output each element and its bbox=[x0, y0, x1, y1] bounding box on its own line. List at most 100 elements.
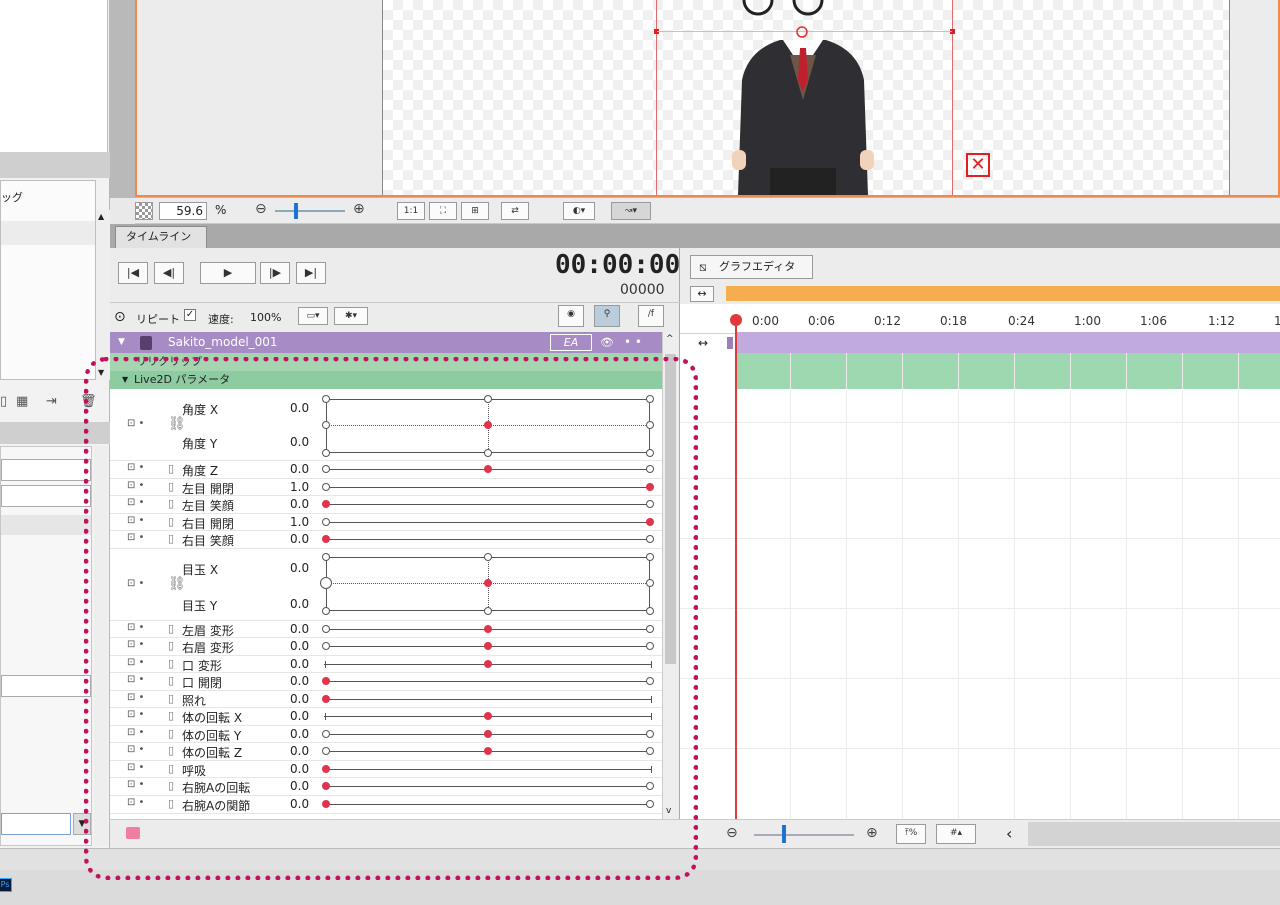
graph-editor-label: グラフエディタ bbox=[719, 260, 796, 273]
scroll-up-icon[interactable]: ▲ bbox=[98, 212, 104, 221]
work-area-range[interactable] bbox=[726, 286, 1280, 301]
playback-options: ⊙ リピート ✓ 速度: 100% ▭▾ ✱▾ ◉ ⚲ /f bbox=[110, 302, 680, 332]
track-start-handle[interactable] bbox=[726, 336, 734, 350]
speed-label: 速度: bbox=[208, 313, 234, 326]
eye-icon[interactable]: 👁 bbox=[600, 332, 614, 353]
ruler-label: 0:18 bbox=[940, 314, 967, 328]
playhead[interactable] bbox=[735, 318, 737, 819]
zoom-out-icon[interactable]: ⊖ bbox=[726, 825, 738, 841]
scroll-left-icon[interactable]: ‹ bbox=[1006, 824, 1012, 843]
ruler-label: 1 bbox=[1274, 314, 1280, 328]
import-icon[interactable]: ⇥ bbox=[46, 394, 57, 409]
prop-field-2[interactable] bbox=[1, 485, 91, 507]
left-panel-label: ッグ bbox=[1, 191, 23, 204]
graph-editor-button[interactable]: ⧅ グラフエディタ bbox=[690, 255, 813, 279]
left-panel-row[interactable] bbox=[1, 221, 95, 245]
collapse-icon[interactable]: ▼ bbox=[118, 332, 125, 353]
left-panel-props: ▼ bbox=[0, 446, 92, 846]
onion-skin-icon[interactable]: ▭▾ bbox=[298, 307, 328, 325]
grid-line bbox=[680, 678, 1280, 679]
next-frame-icon[interactable]: |▶ bbox=[260, 262, 290, 284]
grid-settings-icon[interactable]: #▴ bbox=[936, 824, 976, 844]
left-panel-header bbox=[0, 152, 110, 178]
close-icon[interactable]: ✕ bbox=[966, 153, 990, 177]
ruler-label: 1:06 bbox=[1140, 314, 1167, 328]
pin-icon[interactable]: ⚲ bbox=[594, 305, 620, 327]
repeat-checkbox[interactable]: ✓ bbox=[184, 309, 196, 321]
zoom-out-icon[interactable]: ⊖ bbox=[255, 201, 267, 217]
grid-line bbox=[680, 748, 1280, 749]
grid-line bbox=[680, 538, 1280, 539]
timeline-right-panel: ⧅ グラフエディタ ↔ 0:00 0:06 0:12 0:18 0:24 1:0… bbox=[680, 248, 1280, 848]
left-scrollbar[interactable]: ▲ ▼ bbox=[96, 210, 110, 380]
flip-icon[interactable]: ⇄ bbox=[501, 202, 529, 220]
fx-button[interactable]: /f bbox=[638, 305, 664, 327]
graph-icon: ⧅ bbox=[699, 260, 707, 274]
highlight-annotation bbox=[84, 357, 698, 880]
ruler-label: 0:00 bbox=[752, 314, 779, 328]
left-panel-list: ッグ bbox=[0, 180, 96, 380]
transparency-icon[interactable] bbox=[135, 202, 153, 220]
time-ruler[interactable]: 0:00 0:06 0:12 0:18 0:24 1:00 1:06 1:12 … bbox=[680, 304, 1280, 334]
timeline-zoom-thumb[interactable] bbox=[782, 825, 786, 843]
ruler-label: 1:12 bbox=[1208, 314, 1235, 328]
expand-horizontal-icon[interactable]: ↔ bbox=[690, 286, 714, 302]
go-to-start-icon[interactable]: |◀ bbox=[118, 262, 148, 284]
timeline-right-footer: ⊖ ⊕ ⤒% #▴ ‹ bbox=[680, 819, 1280, 848]
left-panel-top bbox=[0, 0, 108, 152]
photoshop-icon[interactable]: Ps bbox=[0, 878, 12, 892]
actual-size-button[interactable]: 1:1 bbox=[397, 202, 425, 220]
prop-dropdown[interactable] bbox=[1, 813, 71, 835]
speed-value[interactable]: 100% bbox=[250, 311, 281, 324]
zoom-in-icon[interactable]: ⊕ bbox=[866, 825, 878, 841]
zoom-slider-thumb[interactable] bbox=[294, 203, 298, 219]
expand-horizontal-icon[interactable]: ↔ bbox=[698, 336, 708, 350]
layer-mask-icon[interactable]: ◉ bbox=[558, 305, 584, 327]
zoom-in-icon[interactable]: ⊕ bbox=[353, 201, 365, 217]
film-icon[interactable]: ▦ bbox=[16, 394, 28, 409]
fit-window-icon[interactable]: ⛶ bbox=[429, 202, 457, 220]
zoom-input[interactable]: 59.6 bbox=[159, 202, 207, 220]
ea-badge[interactable]: EA bbox=[550, 334, 592, 351]
layer-icon[interactable]: ▯ bbox=[0, 394, 7, 409]
fit-width-icon[interactable]: ⊞ bbox=[461, 202, 489, 220]
model-track-header[interactable]: ▼ Sakito_model_001 EA 👁 • • bbox=[110, 332, 662, 353]
horizontal-scrollbar[interactable] bbox=[1028, 822, 1280, 846]
parameter-track[interactable] bbox=[736, 353, 1280, 389]
prop-field-3[interactable] bbox=[1, 675, 91, 697]
canvas-frame: ✕ bbox=[135, 0, 1280, 197]
fit-timeline-icon[interactable]: ⤒% bbox=[896, 824, 926, 844]
path-tool-icon[interactable]: ↝▾ bbox=[611, 202, 651, 220]
ruler-label: 0:06 bbox=[808, 314, 835, 328]
model-thumbnail bbox=[140, 336, 152, 350]
panel-tab-bar: タイムライン bbox=[110, 224, 1280, 248]
prop-field-1[interactable] bbox=[1, 459, 91, 481]
canvas-area: ✕ bbox=[110, 0, 1280, 198]
timecode: 00:00:00 bbox=[555, 250, 681, 280]
ruler-label: 1:00 bbox=[1074, 314, 1101, 328]
model-name: Sakito_model_001 bbox=[168, 335, 278, 349]
display-toggle-icon[interactable]: ◐▾ bbox=[563, 202, 595, 220]
zoom-unit: % bbox=[215, 203, 227, 217]
zoom-slider[interactable] bbox=[275, 210, 345, 212]
ruler-label: 0:24 bbox=[1008, 314, 1035, 328]
snap-icon[interactable]: ✱▾ bbox=[334, 307, 368, 325]
character-illustration[interactable] bbox=[728, 0, 878, 195]
zoom-value: 59.6 bbox=[176, 204, 203, 218]
grid-line bbox=[680, 608, 1280, 609]
expand-icon[interactable]: ⊙ bbox=[114, 309, 126, 325]
tab-timeline[interactable]: タイムライン bbox=[115, 226, 207, 248]
more-icon[interactable]: • • bbox=[624, 332, 642, 353]
timeline-zoom-slider[interactable] bbox=[754, 834, 854, 836]
repeat-label: リピート bbox=[136, 313, 180, 326]
model-track[interactable] bbox=[736, 332, 1280, 353]
playhead-handle[interactable] bbox=[730, 314, 742, 326]
go-to-end-icon[interactable]: ▶| bbox=[296, 262, 326, 284]
prev-frame-icon[interactable]: ◀| bbox=[154, 262, 184, 284]
play-icon[interactable]: ▶ bbox=[200, 262, 256, 284]
grid-line bbox=[680, 478, 1280, 479]
scroll-up-icon[interactable]: ^ bbox=[666, 334, 674, 344]
grid-line bbox=[680, 422, 1280, 423]
canvas-document[interactable]: ✕ bbox=[382, 0, 1230, 195]
ruler-label: 0:12 bbox=[874, 314, 901, 328]
